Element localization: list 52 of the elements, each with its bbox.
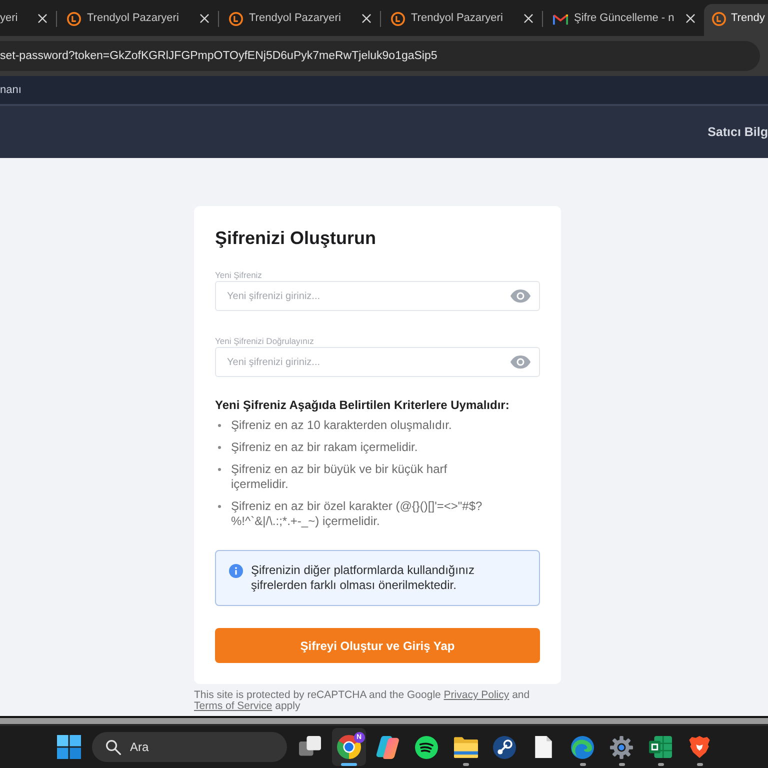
bullet-icon (218, 446, 221, 449)
circle-logo-icon[interactable] (493, 736, 516, 758)
password-field[interactable]: Yeni şifrenizi giriniz... (215, 281, 540, 311)
wave-logo-icon[interactable] (571, 736, 594, 758)
criteria-item: Şifreniz en az bir özel karakter (@{}()[]'=<>"#$?%!^`&|/\.:;*.+-_~) içermelidir. (231, 499, 484, 529)
circle-logo-icon (712, 12, 726, 26)
mail-icon (553, 12, 568, 24)
spreadsheet-icon[interactable] (649, 736, 672, 758)
search-field[interactable]: Ara (92, 732, 287, 762)
circle-logo-icon (229, 12, 243, 26)
browser-tab[interactable]: Trendyol Pazaryeri (57, 4, 218, 36)
swirl-logo-icon[interactable] (376, 736, 399, 758)
circle-logo-icon (67, 12, 81, 26)
settings-icon[interactable] (610, 736, 633, 758)
field-label: Yeni Şifrenizi Doğrulayınız (215, 336, 315, 346)
browser-tab[interactable]: Trendy (704, 4, 768, 36)
circle-waves-icon[interactable] (415, 736, 438, 758)
criteria-item: Şifreniz en az bir rakam içermelidir. (231, 440, 419, 455)
browser-tab[interactable]: yeri (0, 4, 56, 36)
close-icon[interactable] (686, 14, 695, 23)
document-icon[interactable] (535, 736, 552, 758)
form-title: Şifrenizi Oluşturun (215, 228, 378, 248)
segmented-circle-icon[interactable] (336, 735, 360, 759)
address-field[interactable]: set-password?token=GkZofKGRlJFGPmpOTOyfENj5D6uPyk7meRwTjeluk9o1gaSip5 (0, 41, 760, 71)
search-icon (106, 740, 121, 754)
info-icon (229, 564, 243, 578)
field-label: Yeni Şifreniz (215, 270, 263, 280)
browser-tab[interactable]: Trendyol Pazaryeri (381, 4, 542, 36)
bullet-icon (218, 468, 221, 471)
overlapping-squares-icon[interactable] (298, 736, 320, 758)
four-squares-icon[interactable] (57, 735, 81, 759)
circle-logo-icon (391, 12, 405, 26)
recaptcha-notice: This site is protected by reCAPTCHA and the Google Privacy Policy and Terms of Service apply (194, 690, 531, 712)
bullet-icon (218, 505, 221, 508)
close-icon[interactable] (200, 14, 209, 23)
bullet-icon (218, 424, 221, 427)
folder-icon[interactable] (454, 736, 478, 758)
password-field[interactable]: Yeni şifrenizi giriniz... (215, 347, 540, 377)
close-icon[interactable] (362, 14, 371, 23)
browser-tab[interactable]: Trendyol Pazaryeri (219, 4, 380, 36)
criteria-item: Şifreniz en az bir büyük ve bir küçük harf içermelidir. (231, 462, 448, 492)
browser-tab[interactable]: Şifre Güncelleme - n (543, 4, 704, 36)
criteria-item: Şifreniz en az 10 karakterden oluşmalıdır. (231, 418, 453, 433)
close-icon[interactable] (38, 14, 47, 23)
close-icon[interactable] (524, 14, 533, 23)
info-text: Şifrenizin diğer platformlarda kullandığınız şifrelerden farklı olması önerilmektedir. (251, 563, 476, 593)
criteria-heading: Yeni Şifreniz Aşağıda Belirtilen Kriterlere Uymalıdır: (215, 397, 510, 413)
nav-link[interactable]: Satıcı Bilg (708, 122, 768, 142)
text-link[interactable]: Privacy Policy (444, 689, 510, 701)
shield-icon[interactable] (689, 735, 710, 759)
nav-link[interactable]: nanı (0, 82, 22, 98)
text-link[interactable]: Terms of Service (194, 700, 272, 712)
